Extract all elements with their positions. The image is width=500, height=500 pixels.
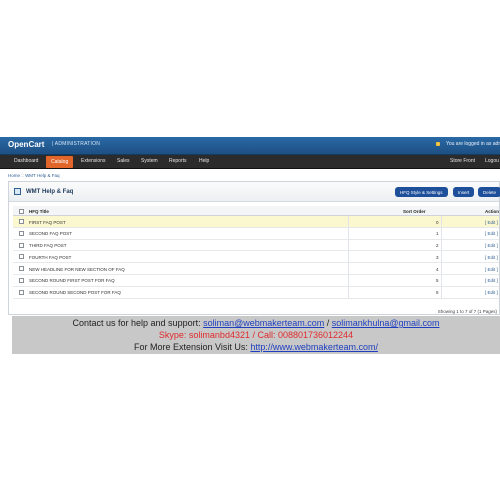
row-title: NEW HEADLINE FOR NEW SECTION OF FAQ <box>29 266 125 272</box>
column-divider <box>348 239 349 251</box>
table-row: SECOND FAQ POST 1 [ Edit ] <box>13 227 499 240</box>
contact-banner: Contact us for help and support: soliman… <box>12 316 500 354</box>
row-sort-order: 3 <box>436 254 439 260</box>
row-title: FOURTH FAQ POST <box>29 254 72 260</box>
row-checkbox[interactable] <box>19 266 24 272</box>
skype-id: Skype: solimanbd4321 <box>158 330 250 340</box>
row-edit-link[interactable]: [ Edit ] <box>485 267 498 272</box>
content-panel: WMT Help & Faq HFQ Style & Settings Inse… <box>8 181 500 315</box>
column-divider <box>348 274 349 286</box>
menu-item-help[interactable]: Help <box>199 158 209 164</box>
main-menu: Dashboard Catalog Extensions Sales Syste… <box>0 155 500 169</box>
row-edit-link[interactable]: [ Edit ] <box>485 278 498 283</box>
faq-table: HFQ Title Sort Order Action FIRST FAQ PO… <box>13 206 499 299</box>
row-sort-order: 2 <box>436 243 439 249</box>
column-divider <box>441 227 442 239</box>
row-edit-link[interactable]: [ Edit ] <box>485 255 498 260</box>
column-divider <box>441 251 442 263</box>
select-all-checkbox[interactable] <box>19 209 24 214</box>
delete-button[interactable]: Delete <box>478 187 500 197</box>
row-checkbox[interactable] <box>19 230 24 236</box>
column-divider <box>441 286 442 298</box>
column-title[interactable]: HFQ Title <box>29 209 49 214</box>
row-sort-order: 0 <box>436 219 439 225</box>
panel-header: WMT Help & Faq HFQ Style & Settings Inse… <box>9 182 500 202</box>
column-divider <box>348 227 349 239</box>
row-sort-order: 6 <box>436 290 439 296</box>
insert-button[interactable]: Insert <box>453 187 475 197</box>
row-sort-order: 1 <box>436 231 439 237</box>
screenshot: OpenCart | ADMINISTRATION You are logged… <box>0 0 500 500</box>
column-divider <box>348 251 349 263</box>
contact-line-website: For More Extension Visit Us: http://www.… <box>12 342 500 352</box>
contact-line-skype: Skype: solimanbd4321 / Call: 00880173601… <box>12 330 500 340</box>
row-checkbox[interactable] <box>19 277 24 283</box>
menu-item-sales[interactable]: Sales <box>117 158 130 164</box>
email-link-secondary[interactable]: solimankhulna@gmail.com <box>332 318 440 328</box>
admin-header: OpenCart | ADMINISTRATION You are logged… <box>0 137 500 155</box>
lock-icon <box>436 142 440 146</box>
website-link[interactable]: http://www.webmakerteam.com/ <box>250 342 378 352</box>
row-edit-link[interactable]: [ Edit ] <box>485 290 498 295</box>
column-divider <box>441 274 442 286</box>
table-row: SECOND ROUND SECOND POST FOR FAQ 6 [ Edi… <box>13 286 499 299</box>
page-title: WMT Help & Faq <box>26 189 74 195</box>
brand-logo[interactable]: OpenCart <box>8 140 44 149</box>
breadcrumb-home[interactable]: Home <box>8 173 20 178</box>
admin-label: | ADMINISTRATION <box>52 141 101 147</box>
breadcrumb-current[interactable]: WMT Help & Faq <box>25 173 59 178</box>
row-checkbox[interactable] <box>19 289 24 295</box>
table-row: SECOND ROUND FIRST POST FOR FAQ 5 [ Edit… <box>13 274 499 287</box>
column-action: Action <box>485 209 499 214</box>
column-sort-order[interactable]: Sort Order <box>403 209 426 214</box>
row-edit-link[interactable]: [ Edit ] <box>485 220 498 225</box>
column-divider <box>348 216 349 227</box>
row-checkbox[interactable] <box>19 254 24 260</box>
row-checkbox[interactable] <box>19 242 24 248</box>
website-label: For More Extension Visit Us: <box>134 342 251 352</box>
table-row: THIRD FAQ POST 2 [ Edit ] <box>13 239 499 252</box>
menu-item-reports[interactable]: Reports <box>169 158 187 164</box>
column-divider <box>441 239 442 251</box>
column-divider <box>441 263 442 274</box>
breadcrumb-separator: :: <box>21 173 24 178</box>
row-edit-link[interactable]: [ Edit ] <box>485 243 498 248</box>
row-title: SECOND FAQ POST <box>29 231 73 237</box>
breadcrumb: Home :: WMT Help & Faq <box>8 173 60 178</box>
row-title: FIRST FAQ POST <box>29 219 66 225</box>
row-sort-order: 5 <box>436 278 439 284</box>
table-row: FIRST FAQ POST 0 [ Edit ] <box>13 216 499 228</box>
row-title: SECOND ROUND FIRST POST FOR FAQ <box>29 278 115 284</box>
module-icon <box>14 188 21 195</box>
row-sort-order: 4 <box>436 266 439 272</box>
menu-item-dashboard[interactable]: Dashboard <box>14 158 38 164</box>
menu-item-logout[interactable]: Logou <box>485 158 499 164</box>
support-label: Contact us for help and support: <box>72 318 204 328</box>
column-divider <box>441 216 442 227</box>
login-status: You are logged in as adr <box>445 141 500 147</box>
row-title: THIRD FAQ POST <box>29 243 67 249</box>
menu-item-system[interactable]: System <box>141 158 158 164</box>
pagination-summary: Showing 1 to 7 of 7 (1 Pages) <box>437 309 497 314</box>
row-checkbox[interactable] <box>19 219 24 224</box>
row-edit-link[interactable]: [ Edit ] <box>485 231 498 236</box>
email-separator: / <box>324 318 332 328</box>
contact-line-support: Contact us for help and support: soliman… <box>12 318 500 328</box>
menu-item-catalog[interactable]: Catalog <box>46 156 74 168</box>
menu-item-store-front[interactable]: Store Front <box>450 158 475 164</box>
table-row: NEW HEADLINE FOR NEW SECTION OF FAQ 4 [ … <box>13 263 499 275</box>
email-link-primary[interactable]: soliman@webmakerteam.com <box>203 318 324 328</box>
column-divider <box>348 286 349 298</box>
table-row: FOURTH FAQ POST 3 [ Edit ] <box>13 251 499 264</box>
style-settings-button[interactable]: HFQ Style & Settings <box>395 187 448 197</box>
phone-number: Call: 008801736012244 <box>257 330 354 340</box>
row-title: SECOND ROUND SECOND POST FOR FAQ <box>29 290 121 296</box>
table-header: HFQ Title Sort Order Action <box>13 206 499 216</box>
menu-item-extensions[interactable]: Extensions <box>81 158 105 164</box>
column-divider <box>348 263 349 274</box>
